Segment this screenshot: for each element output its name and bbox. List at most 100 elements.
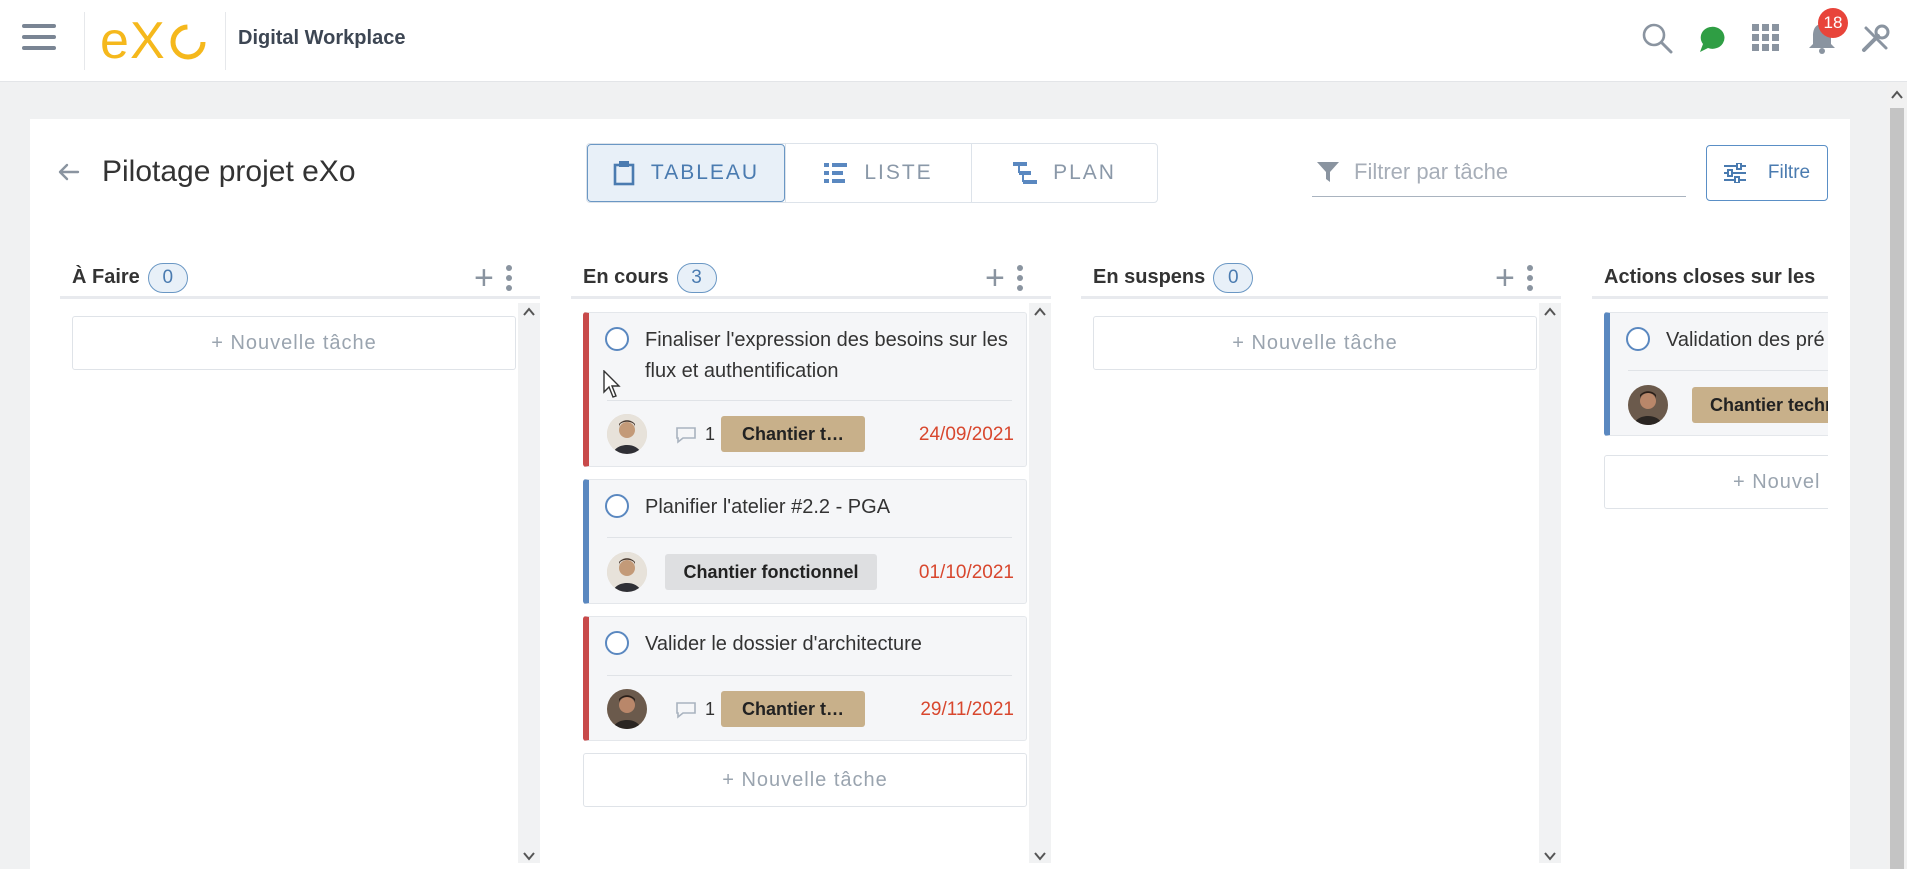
task-label[interactable]: Chantier techn — [1692, 387, 1828, 423]
brand-name[interactable]: Digital Workplace — [238, 27, 405, 50]
divider — [1628, 370, 1828, 371]
exo-logo[interactable]: e X — [100, 10, 212, 70]
task-title[interactable]: Finaliser l'expression des besoins sur l… — [645, 325, 1015, 387]
due-date: 01/10/2021 — [918, 562, 1014, 583]
admin-tools-icon[interactable] — [1856, 18, 1896, 58]
due-date: 24/09/2021 — [918, 424, 1014, 445]
task-card[interactable]: Planifier l'atelier #2.2 - PGA Chantier … — [583, 479, 1027, 604]
assignee-avatar[interactable] — [1628, 385, 1668, 425]
column-title[interactable]: En cours — [583, 266, 669, 289]
assignee-avatar[interactable] — [607, 689, 647, 729]
sliders-icon — [1723, 163, 1746, 183]
tab-label: TABLEAU — [650, 161, 760, 184]
filter-button-label: Filtre — [1767, 162, 1811, 183]
add-task-icon[interactable]: + — [474, 261, 494, 295]
task-complete-checkbox[interactable] — [605, 327, 629, 351]
scroll-up-icon[interactable] — [1890, 88, 1904, 102]
back-arrow-icon[interactable] — [56, 159, 82, 185]
new-task-button[interactable]: + Nouvel — [1604, 455, 1828, 509]
list-icon — [824, 163, 848, 183]
new-task-button[interactable]: + Nouvelle tâche — [72, 316, 516, 370]
column-menu-icon[interactable] — [1017, 265, 1025, 291]
task-label[interactable]: Chantier t… — [721, 416, 865, 452]
notifications-badge[interactable]: 18 — [1818, 8, 1848, 38]
search-icon[interactable] — [1637, 18, 1677, 58]
comments-count[interactable]: 1 — [675, 424, 715, 445]
scroll-down-icon[interactable] — [1543, 849, 1557, 863]
column-title[interactable]: À Faire — [72, 266, 140, 289]
filter-button[interactable]: Filtre — [1706, 145, 1828, 201]
column-scrollbar[interactable] — [1029, 303, 1051, 863]
column-header: En cours 3 — [571, 259, 1051, 299]
new-task-button[interactable]: + Nouvelle tâche — [1093, 316, 1537, 370]
column-a-faire: À Faire 0 + + Nouvelle tâche — [60, 259, 570, 869]
task-label[interactable]: Chantier fonctionnel — [665, 554, 877, 590]
task-title[interactable]: Validation des pré — [1666, 325, 1828, 356]
column-count: 3 — [676, 262, 717, 293]
column-header: À Faire 0 — [60, 259, 540, 299]
gantt-icon — [1013, 162, 1038, 184]
task-complete-checkbox[interactable] — [605, 631, 629, 655]
comment-icon — [676, 701, 696, 719]
top-bar: e X Digital Workplace 18 — [0, 0, 1907, 82]
scroll-up-icon[interactable] — [1543, 305, 1557, 319]
add-task-icon[interactable]: + — [1495, 261, 1515, 295]
tab-label: LISTE — [864, 161, 933, 184]
tab-plan[interactable]: PLAN — [971, 144, 1157, 202]
due-date: 29/11/2021 — [920, 699, 1014, 720]
column-menu-icon[interactable] — [1527, 265, 1535, 291]
tab-tableau[interactable]: TABLEAU — [587, 144, 785, 202]
comment-icon — [676, 426, 696, 444]
clipboard-icon — [613, 161, 635, 186]
divider — [607, 400, 1012, 401]
column-scrollbar[interactable] — [1539, 303, 1561, 863]
comments-number: 1 — [705, 699, 716, 719]
project-title: Pilotage projet eXo — [102, 155, 356, 188]
scroll-up-icon[interactable] — [522, 305, 536, 319]
column-count: 0 — [147, 262, 188, 293]
divider — [225, 12, 226, 70]
funnel-icon — [1317, 161, 1339, 182]
tab-label: PLAN — [1053, 161, 1116, 184]
divider — [84, 12, 85, 70]
tasks-board-panel: Pilotage projet eXo TABLEAU LISTE PLAN F… — [30, 119, 1850, 869]
tab-liste[interactable]: LISTE — [785, 144, 971, 202]
assignee-avatar[interactable] — [607, 414, 647, 454]
task-card[interactable]: Finaliser l'expression des besoins sur l… — [583, 312, 1027, 467]
menu-icon[interactable] — [22, 24, 56, 54]
scroll-down-icon[interactable] — [1033, 849, 1047, 863]
task-filter-input[interactable]: Filtrer par tâche — [1312, 147, 1686, 197]
assignee-avatar[interactable] — [607, 552, 647, 592]
comments-count[interactable]: 1 — [675, 699, 715, 720]
task-card[interactable]: Validation des pré Chantier techn — [1604, 312, 1828, 436]
mouse-cursor-icon — [603, 370, 621, 398]
filter-placeholder: Filtrer par tâche — [1354, 158, 1509, 184]
column-en-suspens: En suspens 0 + + Nouvelle tâche — [1081, 259, 1591, 869]
view-switcher: TABLEAU LISTE PLAN — [586, 143, 1158, 203]
column-title[interactable]: Actions closes sur les — [1604, 266, 1815, 289]
scroll-down-icon[interactable] — [522, 849, 536, 863]
task-card[interactable]: Valider le dossier d'architecture 1 Chan… — [583, 616, 1027, 741]
svg-text:e: e — [100, 12, 129, 70]
page-scrollbar[interactable] — [1887, 82, 1907, 869]
add-task-icon[interactable]: + — [985, 261, 1005, 295]
column-title[interactable]: En suspens — [1093, 266, 1205, 289]
scroll-up-icon[interactable] — [1033, 305, 1047, 319]
task-title[interactable]: Planifier l'atelier #2.2 - PGA — [645, 492, 1015, 523]
task-complete-checkbox[interactable] — [605, 494, 629, 518]
task-title[interactable]: Valider le dossier d'architecture — [645, 629, 1015, 660]
svg-text:X: X — [130, 12, 165, 70]
page-scroll-thumb[interactable] — [1890, 108, 1904, 869]
column-count: 0 — [1213, 262, 1254, 293]
task-complete-checkbox[interactable] — [1626, 327, 1650, 351]
column-en-cours: En cours 3 + Finaliser l'expression des … — [571, 259, 1081, 869]
new-task-button[interactable]: + Nouvelle tâche — [583, 753, 1027, 807]
comments-number: 1 — [705, 424, 716, 444]
apps-icon[interactable] — [1746, 18, 1786, 58]
divider — [607, 537, 1012, 538]
column-scrollbar[interactable] — [518, 303, 540, 863]
task-label[interactable]: Chantier t… — [721, 691, 865, 727]
chat-icon[interactable] — [1692, 18, 1732, 58]
column-header: En suspens 0 — [1081, 259, 1561, 299]
column-menu-icon[interactable] — [506, 265, 514, 291]
